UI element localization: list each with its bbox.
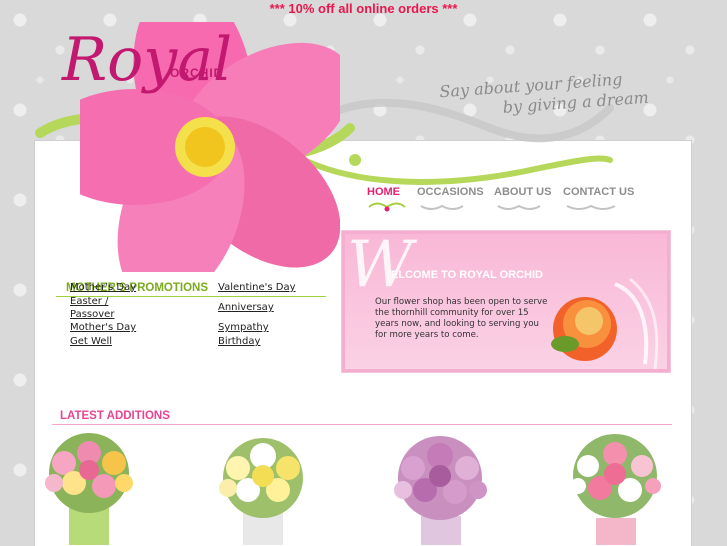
bouquet-image-1[interactable] [34, 428, 144, 545]
bouquet-image-3[interactable] [383, 428, 498, 545]
welcome-inner: W ELCOME TO ROYAL ORCHID Our flower shop… [345, 228, 667, 370]
promo-link-get-well[interactable]: Get Well [70, 336, 112, 347]
promo-link-anniversary[interactable]: Anniversay [218, 302, 274, 313]
promo-link-mothers-day[interactable]: Mother's Day [70, 322, 136, 333]
bouquet-image-2[interactable] [208, 428, 318, 545]
logo-royal[interactable]: Royal [62, 30, 232, 90]
promo-link-birthday[interactable]: Birthday [218, 336, 260, 347]
nav-occasions[interactable]: OCCASIONS [417, 186, 484, 212]
nav-ornament-icon [566, 204, 616, 210]
nav-home-label: HOME [367, 186, 400, 198]
nav-ornament-icon [368, 202, 406, 212]
bouquet-image-4[interactable] [558, 428, 673, 545]
welcome-box: W ELCOME TO ROYAL ORCHID Our flower shop… [341, 228, 671, 373]
nav-ornament-icon [497, 204, 541, 210]
nav-ornament-icon [420, 204, 464, 210]
promo-link-valentines[interactable]: Valentine's Day [218, 282, 296, 293]
promo-link-mothers-day-overlap[interactable]: Mother's Day [70, 282, 136, 293]
promo-link-passover[interactable]: Passover [70, 309, 114, 320]
latest-additions-title: LATEST ADDITIONS [60, 410, 170, 422]
logo-orchid: ORCHID [170, 66, 224, 80]
nav-contact-us[interactable]: CONTACT US [563, 186, 634, 212]
promo-link-sympathy[interactable]: Sympathy [218, 322, 269, 333]
welcome-title: ELCOME TO ROYAL ORCHID [391, 269, 543, 281]
nav-about-us[interactable]: ABOUT US [494, 186, 551, 212]
rose-image [551, 277, 659, 370]
welcome-text: Our flower shop has been open to serve t… [375, 297, 548, 340]
nav-contact-label: CONTACT US [563, 186, 635, 198]
promo-banner: *** 10% off all online orders *** [269, 1, 458, 16]
welcome-w-ornament: W [347, 228, 413, 302]
promo-link-easter[interactable]: Easter / [70, 296, 108, 307]
latest-additions-divider [52, 424, 672, 425]
nav-occasions-label: OCCASIONS [417, 186, 484, 198]
nav-home[interactable]: HOME [367, 186, 407, 212]
nav-about-label: ABOUT US [494, 186, 552, 198]
